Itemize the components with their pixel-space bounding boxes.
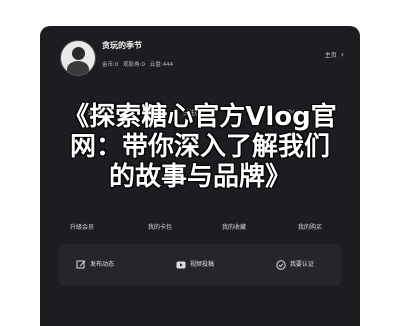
- views-count: 观影券:0: [123, 62, 145, 68]
- actions-panel: 发布动态 视频投稿 我要认证: [58, 244, 342, 286]
- menu-row: 升级会员 我的卡包 我的收藏 我的购买: [40, 222, 360, 234]
- menu-my-favorites[interactable]: 我的收藏: [222, 222, 246, 231]
- chevron-right-icon: ›: [340, 50, 344, 59]
- verify-button[interactable]: 我要认证: [276, 259, 314, 270]
- profile-header: 贪玩的季节 金币:0 观影券:0 云盘:444 主页 ›: [40, 26, 360, 84]
- avatar-head: [72, 47, 85, 60]
- menu-upgrade-vip[interactable]: 升级会员: [70, 222, 94, 231]
- menu-my-cards[interactable]: 我的卡包: [148, 222, 172, 231]
- overlay-title-line-1: 《探索糖心官方Vlog官: [63, 102, 337, 132]
- post-update-button[interactable]: 发布动态: [76, 259, 114, 270]
- video-submit-button[interactable]: 视频投稿: [176, 259, 214, 270]
- user-name: 贪玩的季节: [102, 41, 142, 50]
- overlay-title: 《探索糖心官方Vlog官 网：带你深入了解我们 的故事与品牌》: [0, 102, 400, 202]
- post-update-label: 发布动态: [90, 261, 115, 268]
- menu-my-purchases[interactable]: 我的购买: [298, 222, 322, 231]
- avatar-body: [67, 61, 89, 75]
- overlay-title-line-2: 网：带你深入了解我们: [69, 132, 330, 162]
- edit-icon: [76, 260, 86, 268]
- avatar[interactable]: [60, 40, 96, 76]
- homepage-label: 主页: [324, 52, 337, 59]
- gold-count: 金币:0: [102, 62, 119, 68]
- verify-label: 我要认证: [290, 261, 315, 268]
- homepage-link[interactable]: 主页 ›: [325, 50, 344, 59]
- user-stats: 金币:0 观影券:0 云盘:444: [102, 60, 176, 68]
- video-icon: [176, 261, 186, 268]
- overlay-title-line-3: 的故事与品牌》: [108, 162, 291, 192]
- cloud-count: 云盘:444: [149, 62, 174, 68]
- video-submit-label: 视频投稿: [190, 261, 215, 268]
- verify-icon: [276, 259, 286, 270]
